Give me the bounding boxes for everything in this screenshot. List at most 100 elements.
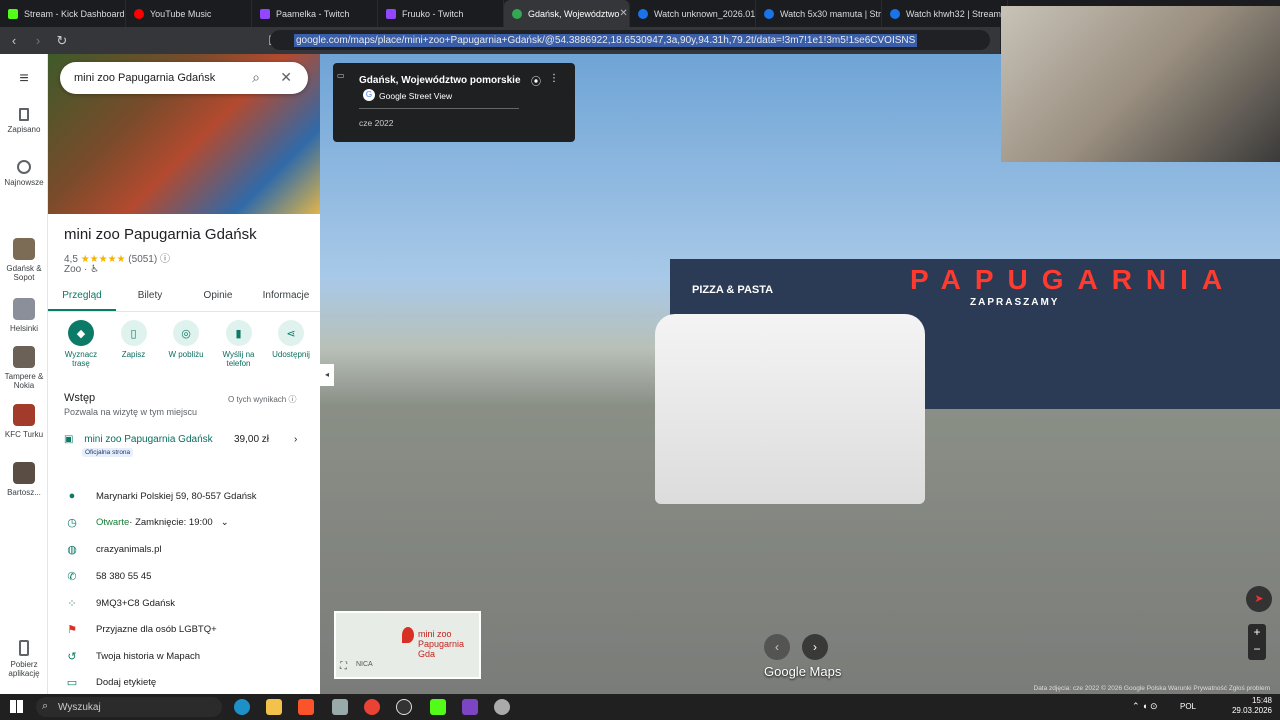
ticket-row[interactable]: ▣ mini zoo Papugarnia Gdańsk 39,00 zł › … [64,434,304,460]
phone-row[interactable]: ✆ 58 380 55 45 [64,567,304,585]
expand-icon[interactable]: ⛶ [340,661,347,672]
site-icon [764,8,774,19]
language-indicator[interactable]: POL [1180,702,1196,711]
send-to-phone-button[interactable]: ▮ Wyślij na telefon [214,320,264,380]
minimap[interactable]: mini zoo Papugarnia Gda NICA ⛶ [334,611,481,679]
phone-icon [19,640,29,656]
collapse-panel-icon[interactable]: ◂ [320,364,334,386]
google-maps-icon [512,8,522,19]
browser-tab[interactable]: YouTube Music [126,0,252,27]
review-count[interactable]: (5051) [128,254,157,265]
search-input[interactable]: mini zoo Papugarnia Gdańsk [74,72,215,84]
history-icon: ↺ [67,650,77,663]
rail-item-place[interactable]: Gdańsk & Sopot [0,238,48,282]
app-icon[interactable] [332,699,348,715]
attribution: Data zdjęcia: cze 2022 © 2026 Google Pol… [1033,685,1271,692]
close-icon[interactable]: ✕ [280,69,292,86]
zoom-in-icon[interactable]: + [1248,624,1266,641]
address-bar[interactable]: google.com/maps/place/mini+zoo+Papugarni… [270,30,990,50]
hours-row[interactable]: ◷ Otwarte · Zamknięcie: 19:00 ⌄ [64,513,304,531]
action-buttons: ◆ Wyznacz trasę ▯ Zapisz ◎ W pobliżu ▮ Wyśli… [56,320,316,380]
rail-item-place[interactable]: Bartosz... [0,462,48,497]
zoom-control: + − [1248,624,1266,660]
tab-tickets[interactable]: Bilety [116,286,184,311]
address-row[interactable]: ● Marynarki Polskiej 59, 80-557 Gdańsk [64,487,304,505]
directions-icon: ◆ [68,320,94,346]
file-explorer-icon[interactable] [266,699,282,715]
search-box[interactable]: mini zoo Papugarnia Gdańsk ⌕ ✕ [60,62,308,94]
rail-item-place[interactable]: KFC Turku [0,404,48,439]
plus-code-row[interactable]: ⁘ 9MQ3+C8 Gdańsk [64,594,304,612]
google-maps-logo: Google Maps [764,664,842,679]
edge-icon[interactable] [234,699,250,715]
minimap-street: NICA [356,661,373,668]
intro-subtitle: Pozwala na wizytę w tym miejscu [64,407,198,417]
chrome-icon[interactable] [364,699,380,715]
browser-tab[interactable]: Paamelka - Twitch [252,0,378,27]
white-van [655,314,925,504]
results-about[interactable]: O tych wynikach ⓘ [228,394,296,405]
rail-item-saved[interactable]: Zapisano [0,108,48,134]
browser-tab[interactable]: Watch khwh32 | Streama [882,0,1008,27]
share-button[interactable]: ⋖ Udostępnij [266,320,316,380]
plus-code-icon: ⁘ [67,597,77,610]
rail-item-recent[interactable]: Najnowsze [0,160,48,187]
rating: 4,5 ★★★★★ (5051) ⓘ [64,254,170,265]
save-button[interactable]: ▯ Zapisz [109,320,159,380]
tab-reviews[interactable]: Opinie [184,286,252,311]
compass-icon[interactable]: ➤ [1246,586,1272,612]
twitch-icon [386,8,396,19]
kick-app-icon[interactable] [430,699,446,715]
rail-item-place[interactable]: Helsinki [0,298,48,333]
site-icon [890,8,900,19]
pin-icon[interactable]: ⦿ [531,73,541,88]
forward-icon[interactable]: › [28,31,48,51]
browser-tab[interactable]: Watch 5x30 mamuta | Str [756,0,882,27]
directions-button[interactable]: ◆ Wyznacz trasę [56,320,106,380]
history-row[interactable]: ↺ Twoja historia w Mapach [64,647,304,665]
clock[interactable]: 15:48 29.03.2026 [1232,696,1272,716]
send-to-phone-icon: ▮ [225,320,252,346]
menu-icon[interactable]: ≡ [0,70,48,88]
street-view-info-card: ▭ Gdańsk, Województwo pomorskie ⦿ ⋮ G Go… [333,63,575,142]
info-icon[interactable]: ⓘ [160,254,170,265]
next-photo-icon[interactable]: › [802,634,828,660]
brave-icon[interactable] [298,699,314,715]
add-label-row[interactable]: ▭ Dodaj etykietę [64,673,304,691]
tab-overview[interactable]: Przegląd [48,286,116,311]
tray-icons[interactable]: ⌃ ◖ ⊙ [1132,701,1158,712]
back-icon[interactable]: ‹ [4,31,24,51]
close-tab-icon[interactable]: ✕ [619,8,627,19]
search-icon[interactable]: ⌕ [252,69,260,86]
more-icon[interactable]: ⋮ [549,73,559,84]
browser-tab[interactable]: Fruuko - Twitch [378,0,504,27]
taskbar-search[interactable]: ⌕ Wyszukaj [36,697,222,717]
divider [359,108,519,109]
app-icon[interactable] [462,699,478,715]
google-icon: G [363,89,375,101]
place-category[interactable]: Zoo · ♿ [64,264,99,275]
website-row[interactable]: ◍ crazyanimals.pl [64,540,304,558]
rail-item-place[interactable]: Tampere & Nokia [0,346,48,390]
windows-start-icon[interactable] [10,700,23,713]
browser-tab[interactable]: Watch unknown_2026.01 [630,0,756,27]
url-text: google.com/maps/place/mini+zoo+Papugarni… [294,33,918,47]
place-thumb [13,346,35,368]
prev-photo-icon[interactable]: ‹ [764,634,790,660]
keyboard-icon[interactable]: ▭ [337,71,345,80]
place-thumb [13,298,35,320]
browser-tab-active[interactable]: Gdańsk, Województwo ✕ [504,0,630,27]
nearby-button[interactable]: ◎ W pobliżu [161,320,211,380]
obs-icon[interactable] [396,699,412,715]
zoom-out-icon[interactable]: − [1248,641,1266,658]
share-icon: ⋖ [278,320,304,346]
papugarnia-sign: PAPUGARNIA [910,264,1237,295]
app-icon[interactable] [494,699,510,715]
tab-about[interactable]: Informacje [252,286,320,311]
clock-icon: ◷ [67,516,77,529]
browser-tab[interactable]: Stream - Kick Dashboard [0,0,126,27]
youtube-music-icon [134,8,144,19]
rail-item-get-app[interactable]: Pobierz aplikację [0,640,48,678]
reload-icon[interactable]: ↻ [52,31,72,51]
pizza-sign: PIZZA & PASTA [692,284,774,296]
